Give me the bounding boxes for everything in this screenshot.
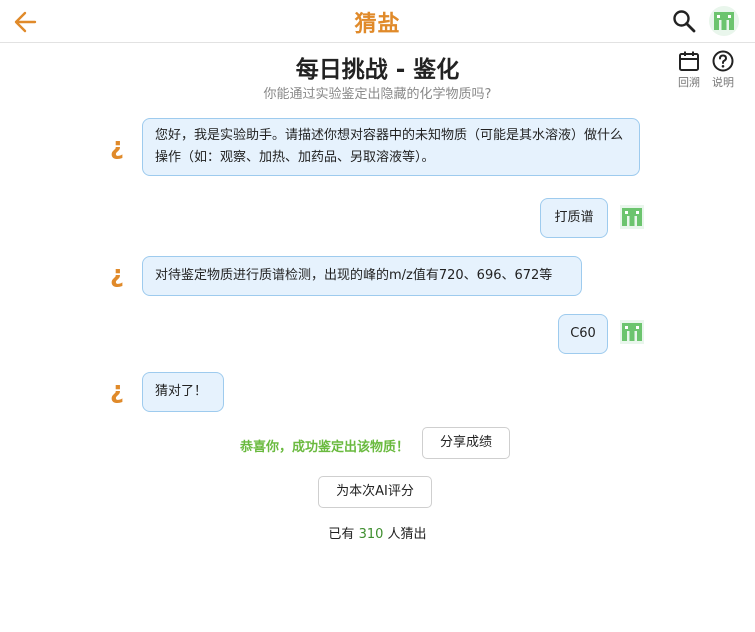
assistant-icon: ¿ <box>110 376 124 404</box>
user-avatar[interactable] <box>709 6 739 36</box>
search-icon <box>673 10 696 33</box>
message-text: 打质谱 <box>554 210 594 225</box>
history-button[interactable]: 回溯 <box>675 50 703 89</box>
message-text: C60 <box>570 326 596 341</box>
calendar-icon <box>679 51 699 71</box>
message-text: 您好，我是实验助手。请描述你想对容器中的未知物质（可能是其水溶液）做什么操作（如… <box>155 128 624 165</box>
help-button[interactable]: 说明 <box>709 50 737 89</box>
guess-count-suffix: 人猜出 <box>387 527 427 542</box>
congrats-text: 恭喜你，成功鉴定出该物质！ <box>240 440 410 455</box>
assistant-message: 猜对了！ <box>142 372 224 412</box>
guess-count: 已有 310 人猜出 <box>0 523 755 542</box>
help-label: 说明 <box>712 76 734 89</box>
app-header: 猜盐 <box>0 0 755 43</box>
guess-count-number: 310 <box>358 527 384 542</box>
search-button[interactable] <box>671 8 697 34</box>
guess-count-prefix: 已有 <box>328 527 355 542</box>
app-title: 猜盐 <box>354 12 401 37</box>
pixel-avatar-icon <box>622 208 642 226</box>
challenge-title: 每日挑战 - 鉴化 <box>295 57 460 83</box>
challenge-subtitle: 你能通过实验鉴定出隐藏的化学物质吗? <box>263 87 492 102</box>
assistant-icon: ¿ <box>110 260 124 288</box>
assistant-message: 您好，我是实验助手。请描述你想对容器中的未知物质（可能是其水溶液）做什么操作（如… <box>142 118 640 176</box>
pixel-avatar-icon <box>714 12 734 30</box>
help-circle-icon <box>712 50 734 72</box>
share-result-button[interactable]: 分享成绩 <box>422 427 510 459</box>
user-message-avatar <box>620 205 644 229</box>
pixel-avatar-icon <box>622 323 642 341</box>
user-message: C60 <box>558 314 608 354</box>
message-text: 猜对了！ <box>155 384 208 399</box>
rate-ai-button[interactable]: 为本次AI评分 <box>318 476 432 508</box>
assistant-message: 对待鉴定物质进行质谱检测，出现的峰的m/z值有720、696、672等 <box>142 256 582 296</box>
page: 猜盐 每日挑战 - 鉴化 你能通过实验鉴定出隐藏的化学物质吗? 回溯 说明 ¿ … <box>0 0 755 632</box>
history-label: 回溯 <box>678 76 700 89</box>
user-message: 打质谱 <box>540 198 608 238</box>
user-message-avatar <box>620 320 644 344</box>
assistant-icon: ¿ <box>110 132 124 160</box>
message-text: 对待鉴定物质进行质谱检测，出现的峰的m/z值有720、696、672等 <box>155 268 553 283</box>
